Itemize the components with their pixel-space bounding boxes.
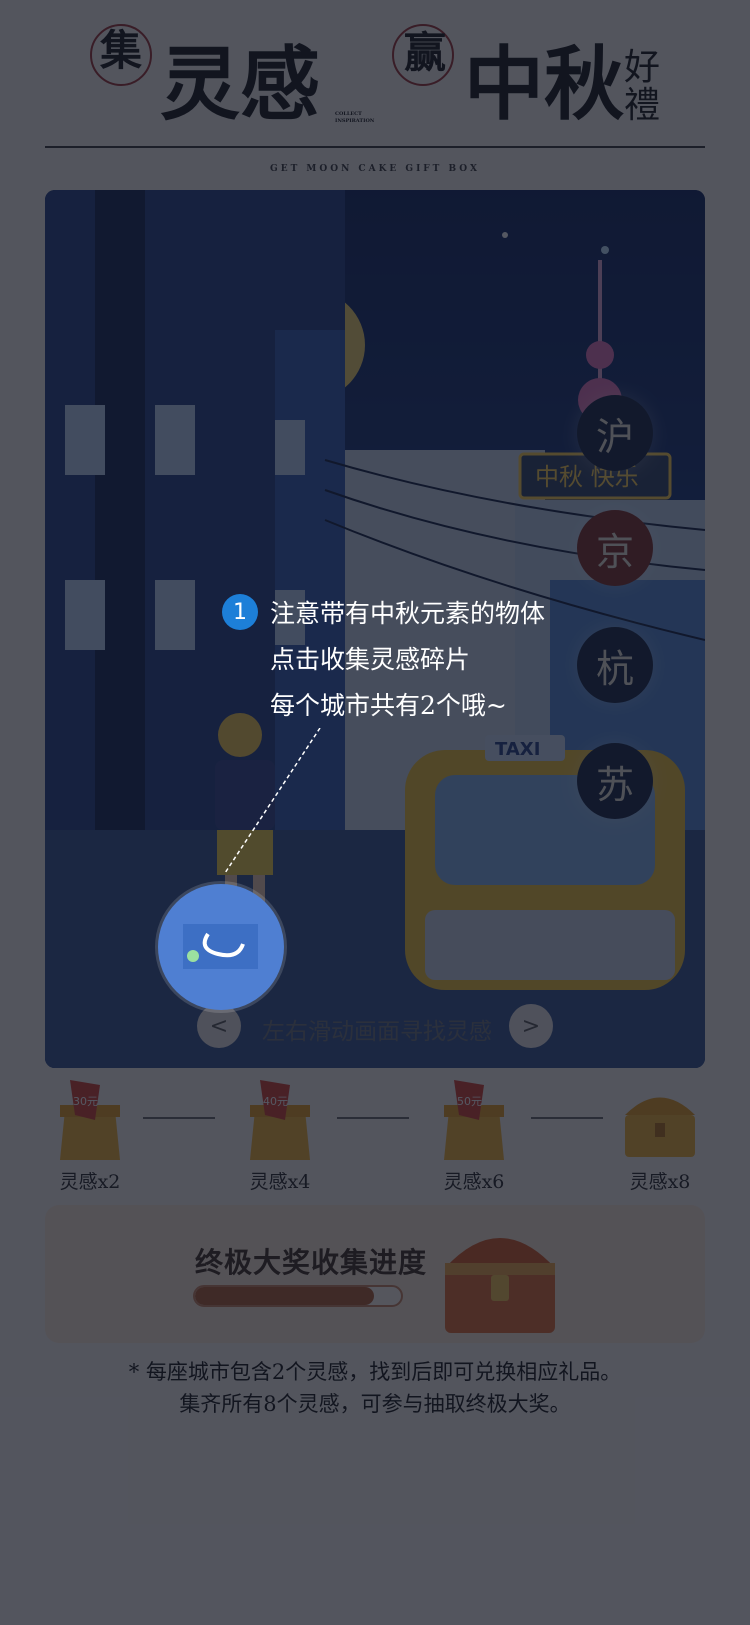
grand-prize-title: 终极大奖收集进度 (195, 1246, 428, 1279)
prev-button[interactable]: < (197, 1004, 241, 1048)
next-button[interactable]: > (509, 1004, 553, 1048)
grand-prize-panel: 终极大奖收集进度 (45, 1205, 705, 1343)
reward-value: 30元 (73, 1095, 98, 1108)
reward-label: 灵感x2 (59, 1171, 121, 1193)
gift-box-icon: 30元 (60, 1080, 120, 1160)
reward-item[interactable]: 50元 灵感x6 (429, 1075, 519, 1193)
reward-item[interactable]: 灵感x8 (615, 1075, 705, 1193)
gift-box-icon: 40元 (250, 1080, 310, 1160)
rules-note-line1: * 每座城市包含2个灵感，找到后即可兑换相应礼品。 (128, 1360, 622, 1384)
city-button-hangzhou[interactable]: 杭 (577, 627, 653, 703)
title-inspiration: 灵感 (160, 37, 320, 131)
title-mid-autumn: 中秋 (464, 37, 624, 131)
tip-pointer-line (225, 728, 321, 874)
reward-track: 30元 灵感x2 40元 灵感x4 50元 灵感x6 灵感x8 (45, 1075, 705, 1195)
rules-note: * 每座城市包含2个灵感，找到后即可兑换相应礼品。 集齐所有8个灵感，可参与抽取… (0, 1356, 750, 1420)
swipe-hint: 左右滑动画面寻找灵感 (262, 1019, 492, 1045)
city-button-shanghai[interactable]: 沪 (577, 395, 653, 471)
tip-step-badge: 1 (222, 594, 258, 630)
reward-label: 灵感x6 (443, 1171, 505, 1193)
badge-collect: 集 (100, 26, 143, 75)
tiny-inspiration: INSPIRATION (335, 118, 375, 124)
title-good: 好 (624, 47, 661, 88)
reward-value: 40元 (263, 1095, 288, 1108)
header-subtitle: GET MOON CAKE GIFT BOX (270, 164, 480, 174)
progress-fill (195, 1287, 375, 1305)
rules-note-line2: 集齐所有8个灵感，可参与抽取终极大奖。 (179, 1392, 571, 1416)
reward-item[interactable]: 40元 灵感x4 (235, 1075, 325, 1193)
reward-value: 50元 (457, 1095, 482, 1108)
tip-text: 注意带有中秋元素的物体 点击收集灵感碎片 每个城市共有2个哦~ (270, 591, 545, 729)
hint-spotlight[interactable] (158, 884, 284, 1010)
badge-win: 赢 (404, 28, 447, 77)
taxi-sign-text: TAXI (495, 739, 540, 760)
reward-divider (143, 1117, 215, 1119)
reward-label: 灵感x8 (629, 1171, 691, 1193)
city-button-suzhou[interactable]: 苏 (577, 743, 653, 819)
treasure-chest-icon (625, 1097, 695, 1157)
tiny-collect: COLLECT (335, 111, 362, 117)
reward-item[interactable]: 30元 灵感x2 (45, 1075, 135, 1193)
reward-divider (531, 1117, 603, 1119)
title-gift: 禮 (624, 85, 661, 126)
reward-label: 灵感x4 (249, 1171, 311, 1193)
tip-line-1: 注意带有中秋元素的物体 (270, 599, 546, 628)
tip-line-2: 点击收集灵感碎片 (270, 645, 471, 674)
tip-line-3: 每个城市共有2个哦~ (270, 691, 507, 720)
header: 集 灵感 COLLECT INSPIRATION 赢 中秋 好 禮 (0, 0, 750, 170)
city-button-beijing[interactable]: 京 (577, 510, 653, 586)
grand-prize-progress (193, 1285, 403, 1307)
gift-box-icon: 50元 (444, 1080, 504, 1160)
treasure-chest-icon (445, 1238, 555, 1333)
collectible-item-icon (183, 924, 258, 969)
reward-divider (337, 1117, 409, 1119)
header-divider (45, 146, 705, 148)
